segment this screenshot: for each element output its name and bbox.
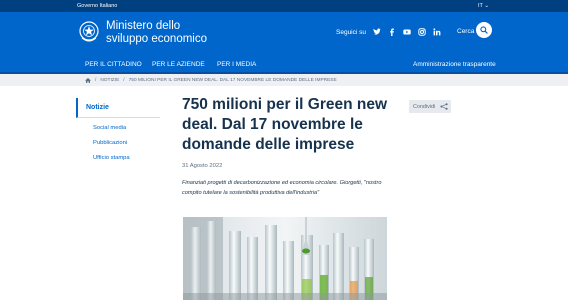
nav-amministrazione-trasparente[interactable]: Amministrazione trasparente	[413, 61, 496, 68]
youtube-icon[interactable]	[403, 28, 411, 36]
social-links: Seguici su	[336, 28, 441, 36]
breadcrumb-separator: /	[95, 77, 97, 83]
nav-per-i-media[interactable]: PER I MEDIA	[217, 61, 256, 68]
sidebar-item-ufficio-stampa[interactable]: Ufficio stampa	[93, 155, 130, 161]
breadcrumb-separator: /	[123, 77, 125, 83]
share-label: Condividi	[413, 104, 436, 110]
search-icon	[480, 26, 488, 34]
sidebar-heading[interactable]: Notizie	[76, 98, 160, 118]
search-label: Cerca	[457, 28, 475, 35]
search-button[interactable]	[476, 22, 492, 38]
follow-label: Seguici su	[336, 28, 366, 36]
nav-per-le-aziende[interactable]: PER LE AZIENDE	[152, 61, 205, 68]
facebook-icon[interactable]	[388, 28, 396, 36]
sidebar-heading-label: Notizie	[86, 104, 109, 111]
article-lead: Finanziati progetti di decarbonizzazione…	[182, 180, 382, 196]
top-bar: Governo Italiano IT ⌄	[0, 0, 568, 12]
breadcrumb: / NOTIZIE / 750 MILIONI PER IL GREEN NEW…	[0, 74, 568, 86]
article-image	[183, 217, 387, 300]
site-header: Ministero dello sviluppo economico Segui…	[0, 12, 568, 54]
linkedin-icon[interactable]	[433, 28, 441, 36]
sidebar-item-pubblicazioni[interactable]: Pubblicazioni	[93, 140, 127, 146]
nav-per-il-cittadino[interactable]: PER IL CITTADINO	[85, 61, 142, 68]
language-selector[interactable]: IT ⌄	[478, 3, 489, 9]
article-title: 750 milioni per il Green new deal. Dal 1…	[182, 96, 388, 153]
twitter-icon[interactable]	[373, 28, 381, 36]
site-title-line1: Ministero dello	[106, 20, 181, 32]
share-icon	[440, 103, 448, 110]
article-date: 31 Agosto 2022	[182, 163, 223, 169]
government-link[interactable]: Governo Italiano	[77, 3, 117, 9]
instagram-icon[interactable]	[418, 28, 426, 36]
share-button[interactable]: Condividi	[409, 100, 451, 113]
site-title-line2: sviluppo economico	[106, 32, 208, 45]
breadcrumb-current: 750 MILIONI PER IL GREEN NEW DEAL. DAL 1…	[128, 77, 337, 83]
republic-emblem-icon	[79, 21, 99, 42]
main-navigation: PER IL CITTADINO PER LE AZIENDE PER I ME…	[0, 54, 568, 74]
site-title[interactable]: Ministero dello sviluppo economico	[106, 20, 207, 45]
sidebar-item-social-media[interactable]: Social media	[93, 125, 126, 131]
home-icon[interactable]	[85, 77, 91, 83]
breadcrumb-notizie[interactable]: NOTIZIE	[100, 78, 119, 83]
